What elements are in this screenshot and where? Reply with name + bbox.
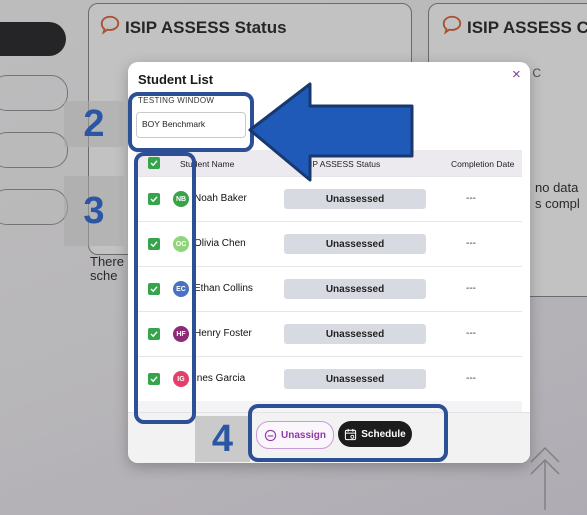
status-badge: Unassessed (284, 279, 426, 299)
status-badge: Unassessed (284, 189, 426, 209)
step-4-marker: 4 (195, 416, 250, 462)
student-name: Noah Baker (194, 193, 247, 204)
student-name: Ines Garcia (194, 373, 246, 384)
student-name: Ethan Collins (194, 283, 253, 294)
testing-window-highlight (128, 92, 254, 152)
status-badge: Unassessed (284, 324, 426, 344)
student-name: Henry Foster (194, 328, 252, 339)
column-completion-date: Completion Date (451, 159, 515, 169)
step-2-marker: 2 (64, 101, 124, 147)
completion-date: --- (466, 238, 476, 249)
completion-date: --- (466, 193, 476, 204)
modal-title: Student List (138, 72, 214, 87)
completion-date: --- (466, 373, 476, 384)
close-icon[interactable]: × (512, 66, 521, 83)
step-3-marker: 3 (64, 176, 124, 246)
status-badge: Unassessed (284, 234, 426, 254)
completion-date: --- (466, 328, 476, 339)
student-name: Olivia Chen (194, 238, 246, 249)
arrow-left-icon (248, 82, 414, 182)
action-buttons-highlight (248, 404, 448, 462)
checkbox-column-highlight (134, 152, 196, 424)
status-badge: Unassessed (284, 369, 426, 389)
completion-date: --- (466, 283, 476, 294)
